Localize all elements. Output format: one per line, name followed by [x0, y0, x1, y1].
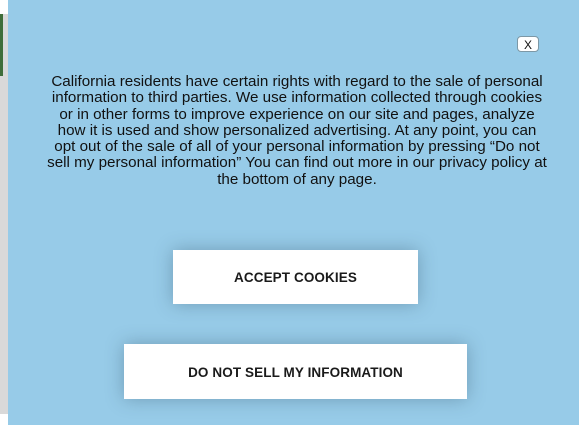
close-button[interactable]: X — [517, 36, 539, 52]
ccpa-consent-dialog: X California residents have certain righ… — [8, 0, 579, 425]
page: X California residents have certain righ… — [0, 0, 579, 430]
background-page-accent — [0, 14, 3, 76]
privacy-notice-text: California residents have certain rights… — [47, 73, 547, 188]
do-not-sell-button[interactable]: DO NOT SELL MY INFORMATION — [124, 344, 467, 399]
accept-cookies-button[interactable]: ACCEPT COOKIES — [173, 250, 418, 304]
